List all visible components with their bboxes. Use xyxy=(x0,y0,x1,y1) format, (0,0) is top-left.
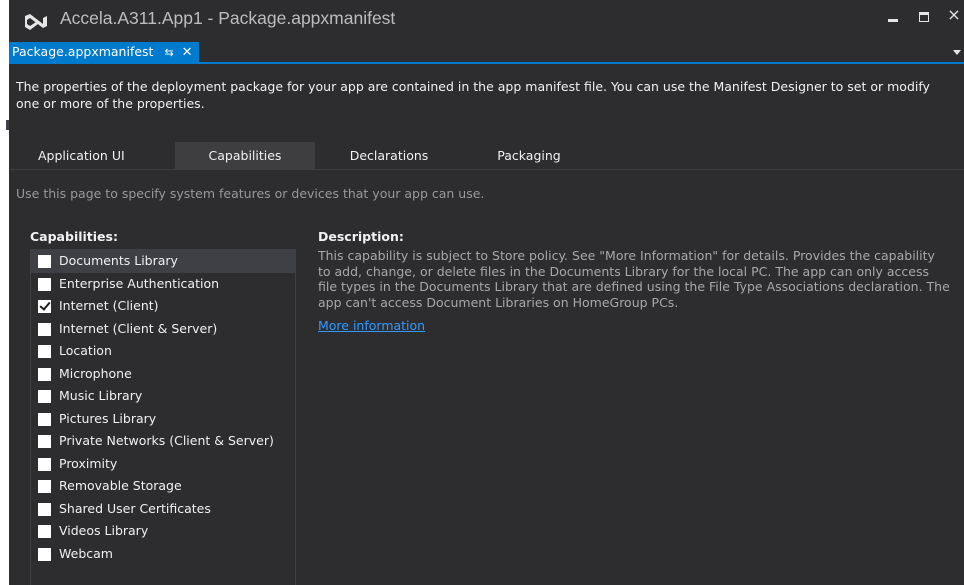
capability-label: Webcam xyxy=(59,545,113,561)
visual-studio-logo-icon xyxy=(25,14,47,30)
capability-checkbox[interactable] xyxy=(38,457,51,471)
capability-item[interactable]: Shared User Certificates xyxy=(31,498,295,521)
capability-checkbox[interactable] xyxy=(38,547,51,561)
capability-label: Enterprise Authentication xyxy=(59,275,220,291)
capabilities-heading: Capabilities: xyxy=(30,229,118,244)
capability-label: Shared User Certificates xyxy=(59,500,211,516)
page-hint: Use this page to specify system features… xyxy=(16,186,485,201)
capability-checkbox[interactable] xyxy=(38,277,51,291)
minimize-icon xyxy=(888,19,898,22)
capability-item[interactable]: Private Networks (Client & Server) xyxy=(31,430,295,453)
capability-item[interactable]: Internet (Client) xyxy=(31,295,295,318)
maximize-button[interactable] xyxy=(911,6,937,26)
capability-item[interactable]: Pictures Library xyxy=(31,408,295,431)
capability-label: Microphone xyxy=(59,365,132,381)
capability-checkbox[interactable] xyxy=(38,435,51,448)
close-icon: × xyxy=(947,5,961,24)
capability-checkbox[interactable] xyxy=(38,300,51,313)
capability-checkbox[interactable] xyxy=(38,480,51,493)
tab-application-ui[interactable]: Application UI xyxy=(38,142,158,169)
capability-label: Proximity xyxy=(59,455,118,471)
maximize-icon xyxy=(919,12,929,22)
capability-item[interactable]: Webcam xyxy=(31,543,295,566)
capability-item[interactable]: Proximity xyxy=(31,453,295,476)
capability-item[interactable]: Documents Library xyxy=(31,250,295,273)
tabs-divider xyxy=(9,169,964,170)
pin-icon[interactable]: ⇆ xyxy=(164,43,173,63)
document-tab-strip: Package.appxmanifest ⇆ ✕ xyxy=(9,42,964,64)
description-text: This capability is subject to Store poli… xyxy=(318,248,950,310)
tab-declarations[interactable]: Declarations xyxy=(329,142,449,169)
minimize-button[interactable] xyxy=(880,6,906,26)
capability-item[interactable]: Removable Storage xyxy=(31,475,295,498)
capability-label: Videos Library xyxy=(59,523,149,538)
window-title: Accela.A311.App1 - Package.appxmanifest xyxy=(60,8,396,28)
capability-item[interactable]: Music Library xyxy=(31,385,295,408)
tab-packaging[interactable]: Packaging xyxy=(479,142,579,169)
more-information-link[interactable]: More information xyxy=(318,318,425,333)
tab-overflow-dropdown-icon[interactable] xyxy=(953,50,961,55)
title-bar[interactable]: Accela.A311.App1 - Package.appxmanifest … xyxy=(9,0,964,42)
capability-label: Pictures Library xyxy=(59,410,157,426)
capability-item[interactable]: Microphone xyxy=(31,363,295,386)
capability-label: Location xyxy=(59,343,112,358)
capability-checkbox[interactable] xyxy=(38,322,51,336)
left-edge-strip xyxy=(0,0,9,585)
capability-checkbox[interactable] xyxy=(38,525,51,538)
close-window-button[interactable]: × xyxy=(941,6,964,26)
capability-checkbox[interactable] xyxy=(38,390,51,403)
ide-window: Accela.A311.App1 - Package.appxmanifest … xyxy=(9,0,964,585)
document-tab-package-appxmanifest[interactable]: Package.appxmanifest ⇆ ✕ xyxy=(9,42,199,64)
manifest-tabs: Application UI Capabilities Declarations… xyxy=(9,142,964,169)
capability-label: Music Library xyxy=(59,388,143,403)
capability-checkbox[interactable] xyxy=(38,367,51,381)
intro-text: The properties of the deployment package… xyxy=(16,79,930,111)
capability-item[interactable]: Internet (Client & Server) xyxy=(31,318,295,341)
document-tab-label: Package.appxmanifest xyxy=(12,44,154,59)
capability-checkbox[interactable] xyxy=(38,255,51,268)
close-tab-icon[interactable]: ✕ xyxy=(182,43,193,63)
capability-label: Documents Library xyxy=(59,253,178,268)
capability-item[interactable]: Location xyxy=(31,340,295,363)
capability-item[interactable]: Videos Library xyxy=(31,520,295,543)
capability-label: Internet (Client & Server) xyxy=(59,320,218,336)
capability-label: Removable Storage xyxy=(59,478,182,493)
description-heading: Description: xyxy=(318,229,404,244)
capability-checkbox[interactable] xyxy=(38,412,51,426)
capability-label: Private Networks (Client & Server) xyxy=(59,433,274,448)
tab-capabilities[interactable]: Capabilities xyxy=(175,142,315,169)
capability-checkbox[interactable] xyxy=(38,502,51,516)
capability-checkbox[interactable] xyxy=(38,345,51,358)
capability-item[interactable]: Enterprise Authentication xyxy=(31,273,295,296)
capabilities-list[interactable]: Documents Library Enterprise Authenticati… xyxy=(30,249,296,585)
capability-label: Internet (Client) xyxy=(59,298,159,313)
